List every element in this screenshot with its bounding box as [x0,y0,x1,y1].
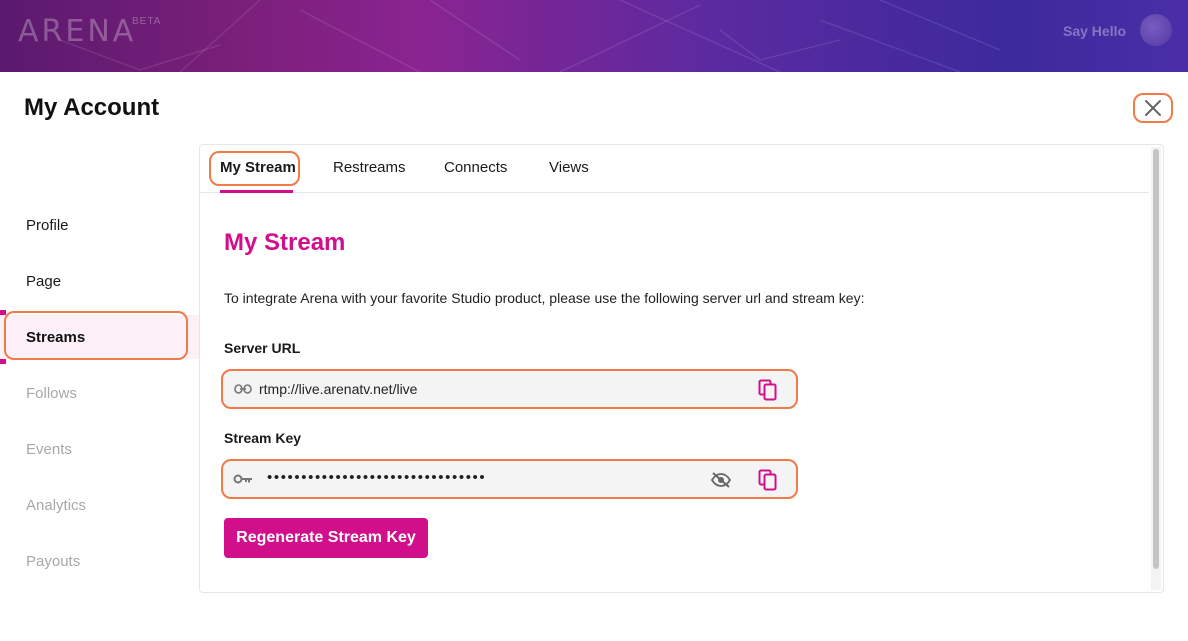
sidebar-streams-highlight [4,311,188,360]
eye-off-icon [710,472,732,488]
server-url-value[interactable]: rtmp://live.arenatv.net/live [259,381,417,397]
sidebar-item-analytics: Analytics [26,496,87,514]
stream-key-label: Stream Key [224,430,302,446]
link-icon [233,380,253,398]
scrollbar-thumb[interactable] [1153,149,1159,569]
tab-views[interactable]: Views [549,159,589,176]
copy-icon [758,379,777,401]
tab-restreams[interactable]: Restreams [333,159,406,176]
sidebar-item-profile[interactable]: Profile [0,203,199,247]
sidebar-item-events: Events [26,440,72,458]
active-tab-underline [220,190,293,193]
arena-logo[interactable]: ARENA [18,14,136,49]
close-icon [1145,100,1161,116]
tab-my-stream[interactable]: My Stream [220,159,296,176]
stream-settings-panel: My Stream Restreams Connects Views My St… [199,144,1164,593]
regenerate-stream-key-button[interactable]: Regenerate Stream Key [224,518,428,558]
sidebar-item-payouts: Payouts [26,552,81,570]
stream-description: To integrate Arena with your favorite St… [224,290,865,306]
panel-scrollbar[interactable] [1151,147,1161,590]
page-title: My Account [24,94,160,121]
sidebar-item-follows: Follows [26,384,77,402]
user-avatar[interactable] [1140,14,1172,46]
close-button[interactable] [1133,93,1173,123]
banner-decoration [59,0,1001,72]
tab-bar: My Stream Restreams Connects Views [200,145,1149,193]
server-url-field[interactable]: rtmp://live.arenatv.net/live [221,369,798,409]
beta-badge: BETA [132,16,162,27]
stream-key-field[interactable]: •••••••••••••••••••••••••••••••• [221,459,798,499]
server-url-label: Server URL [224,340,301,356]
sidebar-item-page[interactable]: Page [0,259,199,303]
copy-icon [758,469,777,491]
tab-connects[interactable]: Connects [444,159,507,176]
section-heading: My Stream [224,229,346,256]
copy-stream-key-button[interactable] [756,467,780,493]
header-banner: ARENA BETA Say Hello [0,0,1188,72]
copy-server-url-button[interactable] [756,377,780,403]
toggle-key-visibility-button[interactable] [709,467,733,493]
key-icon [233,470,253,488]
say-hello-link[interactable]: Say Hello [1063,23,1126,39]
stream-key-value[interactable]: •••••••••••••••••••••••••••••••• [267,469,486,486]
